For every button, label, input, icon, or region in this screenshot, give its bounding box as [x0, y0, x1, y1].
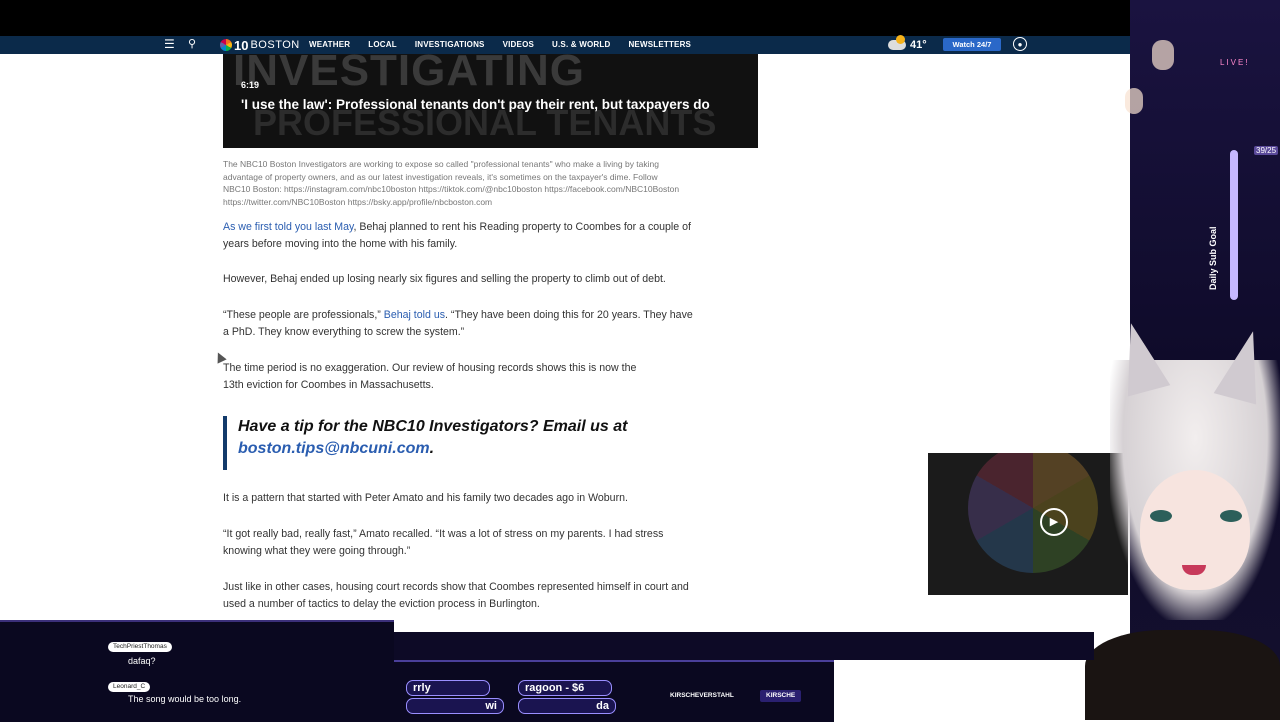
tip-end: .: [429, 440, 435, 457]
article-paragraph-6: “It got really bad, really fast,” Amato …: [223, 528, 664, 557]
temperature: 41°: [910, 39, 927, 51]
nav-link-newsletters[interactable]: NEWSLETTERS: [628, 36, 691, 54]
weather-widget[interactable]: 41°: [888, 35, 927, 54]
video-player[interactable]: INVESTIGATING PROFESSIONAL TENANTS 6:19 …: [223, 54, 758, 148]
tip-text: Have a tip for the NBC10 Investigators? …: [238, 418, 628, 435]
tip-email-link[interactable]: boston.tips@nbcuni.com: [238, 440, 430, 457]
sub-goal-count: 39/25: [1254, 146, 1279, 155]
lantern-decoration: [1125, 88, 1143, 114]
logo-text: BOSTON: [250, 39, 300, 51]
watch-live-button[interactable]: Watch 24/7: [943, 38, 1001, 51]
article-paragraph-2: However, Behaj ended up losing nearly si…: [223, 273, 666, 285]
social-twitter: KIRSCHEVERSTAHL: [670, 692, 734, 699]
floating-video-player[interactable]: ▶: [928, 453, 1128, 595]
tip-ticker: rrly ragoon - $6 wi da KIRSCHEVERSTAHL K…: [394, 660, 834, 722]
first-told-link[interactable]: As we first told you last May: [223, 221, 354, 233]
stream-top-bar: [0, 0, 1280, 36]
nav-links: WEATHER LOCAL INVESTIGATIONS VIDEOS U.S.…: [309, 36, 709, 54]
behaj-told-us-link[interactable]: Behaj told us: [384, 309, 445, 321]
peacock-logo-icon: [220, 39, 232, 51]
lantern-decoration: [1152, 40, 1174, 70]
tip-heading: Have a tip for the NBC10 Investigators? …: [238, 416, 643, 460]
chat-box: TechPriestThomas dafaq? Leonard_C The so…: [0, 620, 394, 722]
video-bg-text-1: INVESTIGATING: [233, 54, 585, 95]
article-paragraph-5: It is a pattern that started with Peter …: [223, 492, 628, 504]
sub-goal-label: Daily Sub Goal: [1208, 226, 1218, 290]
site-logo[interactable]: 10 BOSTON: [220, 36, 300, 54]
video-title[interactable]: 'I use the law': Professional tenants do…: [241, 97, 710, 112]
right-eye: [1220, 510, 1242, 522]
video-caption: The NBC10 Boston Investigators are worki…: [223, 159, 680, 207]
social-chat: KIRSCHE: [760, 690, 802, 702]
search-icon[interactable]: ⚲: [188, 37, 202, 51]
article-paragraph-1: As we first told you last May, Behaj pla…: [223, 219, 693, 253]
ticker-item: da: [518, 698, 616, 714]
chat-message: dafaq?: [128, 656, 156, 666]
menu-icon[interactable]: ☰: [164, 38, 178, 50]
ticker-item: rrly: [406, 680, 490, 696]
sub-goal-progress-bar: [1230, 150, 1238, 300]
nav-link-weather[interactable]: WEATHER: [309, 36, 350, 54]
nav-link-videos[interactable]: VIDEOS: [503, 36, 534, 54]
tip-callout: Have a tip for the NBC10 Investigators? …: [223, 416, 643, 470]
play-icon[interactable]: ▶: [1040, 508, 1068, 536]
logo-number: 10: [234, 37, 249, 53]
nav-link-local[interactable]: LOCAL: [368, 36, 397, 54]
ticker-item: wi: [406, 698, 504, 714]
chat-message: The song would be too long.: [128, 694, 242, 704]
live-label: LIVE!: [1220, 58, 1250, 67]
user-account-icon[interactable]: ●: [1013, 37, 1027, 51]
nav-link-us-world[interactable]: U.S. & WORLD: [552, 36, 610, 54]
left-eye: [1150, 510, 1172, 522]
paragraph-3-start: “These people are professionals,”: [223, 309, 384, 321]
vtuber-outfit: [1085, 630, 1280, 720]
article-paragraph-3: “These people are professionals,” Behaj …: [223, 307, 693, 341]
chat-username: TechPriestThomas: [108, 642, 172, 652]
site-nav: ☰ ⚲ 10 BOSTON WEATHER LOCAL INVESTIGATIO…: [0, 35, 1180, 54]
chat-username: Leonard_C: [108, 682, 151, 692]
pip-peacock-image: [968, 453, 1098, 573]
stream-bottom-strip: [394, 632, 1094, 660]
video-duration: 6:19: [241, 80, 260, 90]
ticker-item: ragoon - $6: [518, 680, 612, 696]
nav-link-investigations[interactable]: INVESTIGATIONS: [415, 36, 485, 54]
article-paragraph-4: The time period is no exaggeration. Our …: [223, 362, 637, 391]
article-paragraph-7: Just like in other cases, housing court …: [223, 581, 689, 610]
partly-cloudy-icon: [888, 35, 906, 50]
